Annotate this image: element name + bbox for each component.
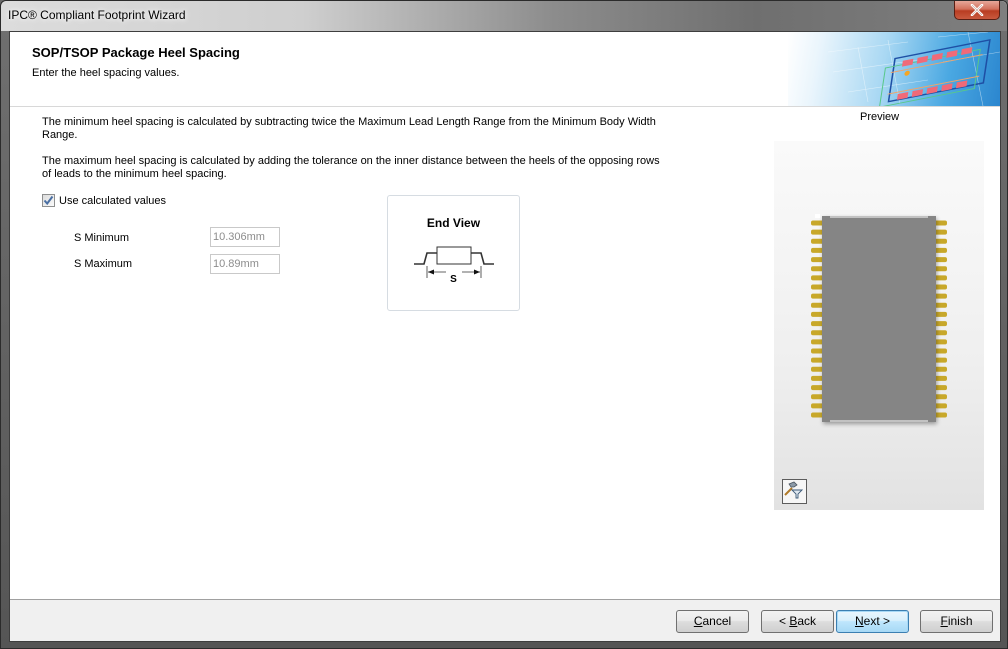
header-banner-image — [788, 32, 1000, 106]
wizard-window: IPC® Compliant Footprint Wizard SOP/TSOP… — [0, 0, 1008, 649]
chip-body — [822, 216, 936, 422]
s-minimum-input[interactable] — [210, 227, 280, 247]
close-x-icon — [970, 4, 984, 16]
min-heel-spacing-description: The minimum heel spacing is calculated b… — [42, 116, 656, 141]
back-button[interactable]: < Back — [761, 610, 834, 633]
hammer-funnel-icon — [784, 481, 803, 499]
close-button[interactable] — [954, 1, 1000, 20]
max-heel-spacing-description: The maximum heel spacing is calculated b… — [42, 155, 660, 180]
finish-button[interactable]: Finish — [920, 610, 993, 633]
cancel-button[interactable]: Cancel — [676, 610, 749, 633]
footprint-preview[interactable] — [774, 141, 984, 510]
preview-label: Preview — [860, 111, 900, 123]
wizard-client-area: SOP/TSOP Package Heel Spacing Enter the … — [9, 31, 1001, 642]
end-view-title: End View — [426, 216, 481, 230]
wizard-body: The minimum heel spacing is calculated b… — [10, 107, 1000, 600]
s-minimum-label: S Minimum — [74, 232, 130, 244]
preview-tools-button[interactable] — [782, 479, 807, 504]
end-view-dimension-label: S — [450, 274, 457, 285]
use-calculated-values-row[interactable]: Use calculated values — [42, 194, 166, 207]
wizard-header: SOP/TSOP Package Heel Spacing Enter the … — [10, 32, 1000, 107]
pin1-marker — [815, 214, 820, 218]
s-maximum-label: S Maximum — [74, 258, 133, 270]
wizard-footer: Cancel < Back Next > Finish — [10, 601, 1000, 641]
title-bar[interactable]: IPC® Compliant Footprint Wizard — [1, 1, 1007, 31]
end-view-diagram: End View S — [387, 195, 520, 311]
s-maximum-input[interactable] — [210, 254, 280, 274]
use-calculated-values-label: Use calculated values — [59, 194, 167, 207]
page-subtitle: Enter the heel spacing values. — [32, 67, 180, 79]
footprint-preview-drawing — [811, 214, 947, 422]
next-button[interactable]: Next > — [836, 610, 909, 633]
window-title: IPC® Compliant Footprint Wizard — [8, 8, 186, 22]
page-title: SOP/TSOP Package Heel Spacing — [32, 45, 240, 60]
checkmark-icon — [43, 195, 54, 206]
use-calculated-values-checkbox[interactable] — [42, 194, 55, 207]
